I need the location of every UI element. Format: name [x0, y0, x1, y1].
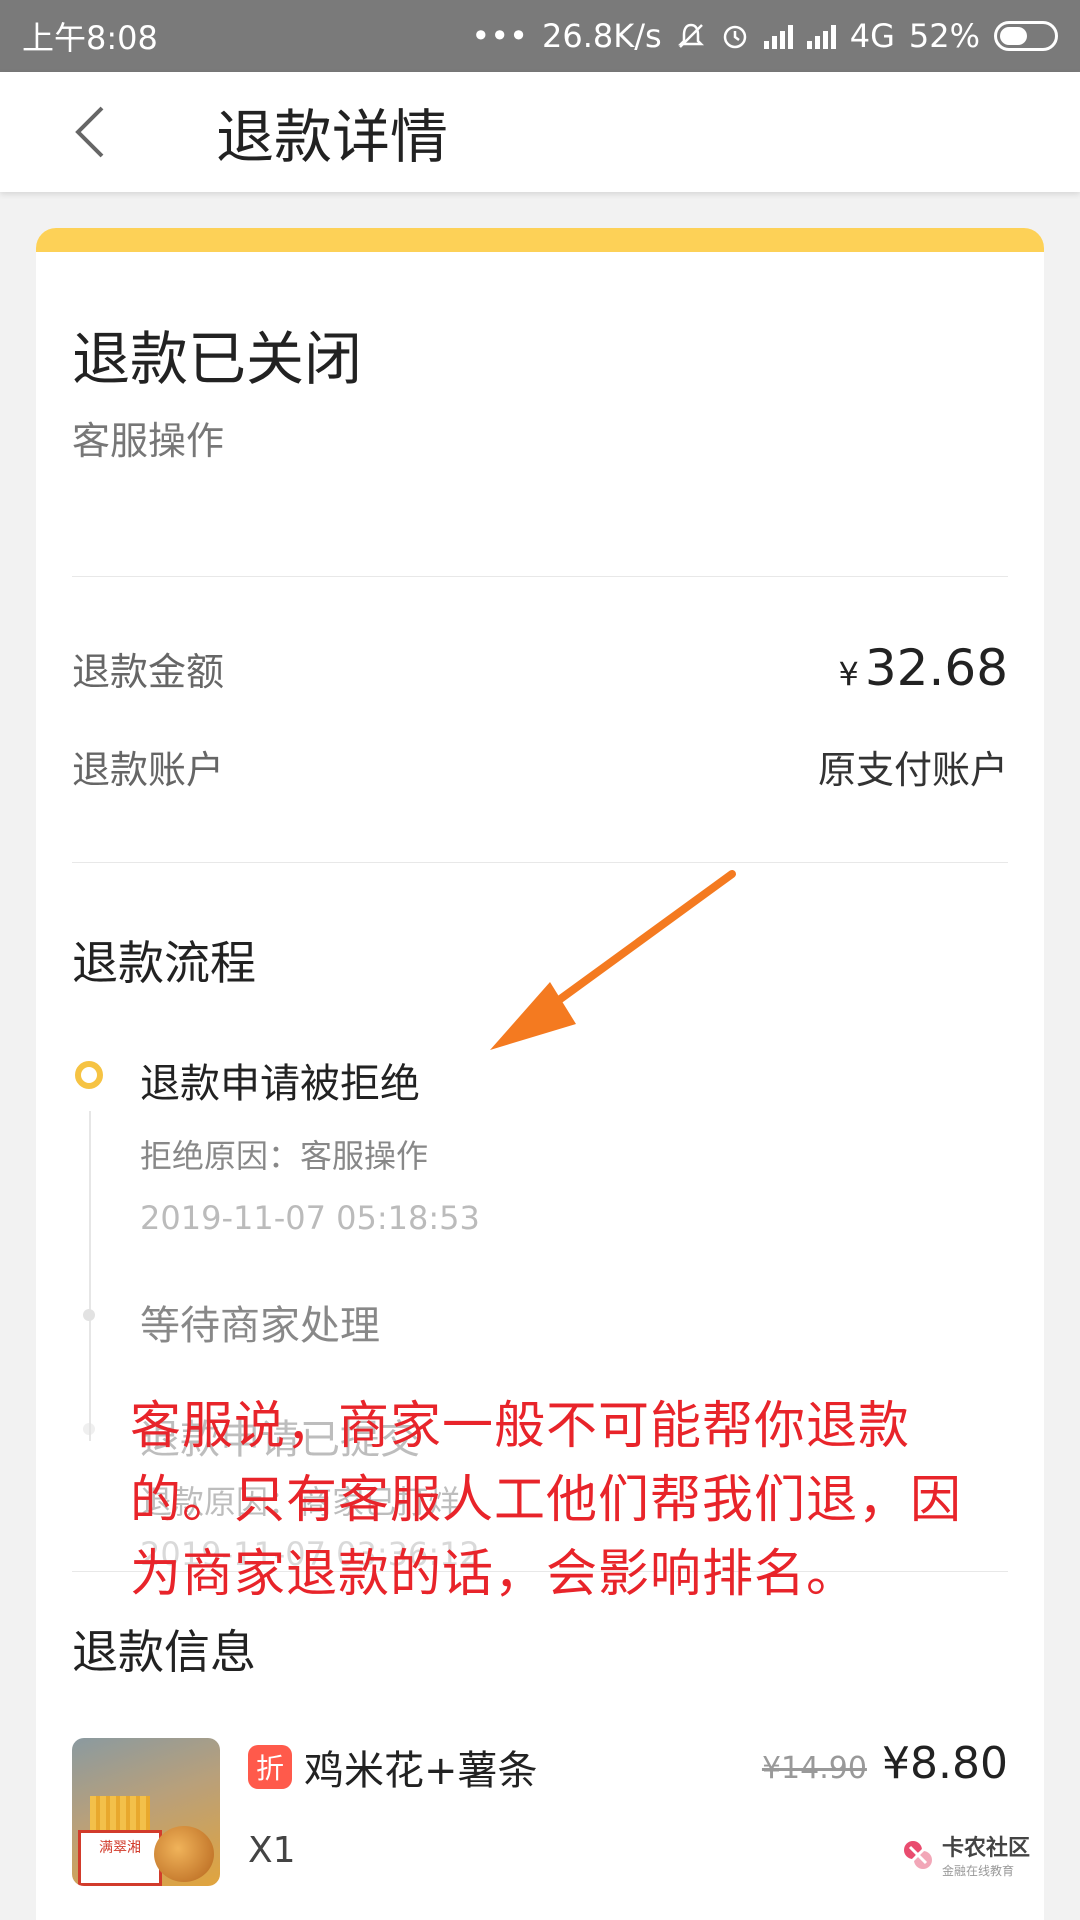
refund-status-subtitle: 客服操作 [72, 419, 225, 463]
product-item[interactable]: 满翠湘 折 鸡米花+薯条 X1 ¥14.90 ¥8.80 [36, 1738, 1044, 1886]
watermark-title: 卡农社区 [942, 1836, 1031, 1861]
step-time: 2019-11-07 05:18:53 [140, 1199, 480, 1237]
network-speed: 26.8K/s [542, 17, 662, 55]
hd-signal-icon [806, 23, 836, 49]
timeline-dot [83, 1423, 95, 1435]
divider [72, 576, 1008, 577]
timeline-active-dot [75, 1061, 103, 1089]
refund-card: 退款已关闭 客服操作 退款金额 ¥32.68 退款账户 原支付账户 退款流程 退… [36, 228, 1044, 1920]
product-box-image: 满翠湘 [78, 1830, 162, 1886]
alarm-icon [723, 25, 746, 49]
discount-badge: 折 [248, 1745, 292, 1789]
step-title: 等待商家处理 [140, 1303, 380, 1349]
current-price: ¥8.80 [882, 1738, 1008, 1789]
product-name: 鸡米花+薯条 [304, 1748, 538, 1794]
status-time: 上午8:08 [22, 19, 158, 57]
refund-amount-value: ¥32.68 [838, 639, 1009, 697]
battery-icon [994, 21, 1058, 51]
product-name-row: 折 鸡米花+薯条 [248, 1738, 762, 1796]
divider [72, 862, 1008, 863]
page-title: 退款详情 [216, 103, 449, 171]
thumb-label: 满翠湘 [99, 1840, 141, 1856]
battery-percent: 52% [908, 17, 980, 55]
annotation-arrow-icon [490, 870, 736, 1050]
refund-status-title: 退款已关闭 [72, 325, 363, 393]
annotation-text: 客服说，商家一般不可能帮你退款的。只有客服人工他们帮我们退，因为商家退款的话，会… [130, 1397, 963, 1604]
product-info: 折 鸡米花+薯条 X1 [248, 1738, 762, 1886]
back-button[interactable] [0, 72, 180, 192]
timeline-step: 等待商家处理 [72, 1293, 1044, 1351]
app-header: 退款详情 [0, 72, 1080, 192]
refund-account-label: 退款账户 [72, 748, 225, 792]
status-icons: ••• 26.8K/s 4G 52% [471, 17, 1058, 55]
watermark: 卡农社区 金融在线教育 [900, 1830, 1030, 1879]
info-title: 退款信息 [72, 1625, 256, 1679]
more-icon: ••• [471, 17, 529, 55]
refund-amount-row: 退款金额 ¥32.68 [36, 639, 1044, 697]
timeline-dot [83, 1309, 95, 1321]
chevron-left-icon [75, 106, 104, 158]
card-accent-bar [36, 228, 1044, 252]
network-type: 4G [849, 17, 895, 55]
product-thumbnail: 满翠湘 [72, 1738, 220, 1886]
step-reason: 拒绝原因：客服操作 [140, 1137, 429, 1175]
refund-account-value: 原支付账户 [817, 748, 1008, 792]
watermark-subtitle: 金融在线教育 [942, 1864, 1015, 1878]
signal-icon [763, 23, 793, 49]
mute-bell-icon [677, 23, 704, 48]
timeline-step: 退款申请被拒绝 拒绝原因：客服操作 2019-11-07 05:18:53 [72, 1051, 1044, 1237]
watermark-logo-icon [904, 1840, 932, 1869]
product-quantity: X1 [248, 1830, 296, 1871]
status-bar: 上午8:08 ••• 26.8K/s 4G 52% [0, 0, 1080, 72]
original-price: ¥14.90 [761, 1751, 867, 1786]
refund-account-row: 退款账户 原支付账户 [36, 739, 1044, 794]
chicken-image [154, 1826, 214, 1882]
refund-amount-label: 退款金额 [72, 649, 225, 694]
